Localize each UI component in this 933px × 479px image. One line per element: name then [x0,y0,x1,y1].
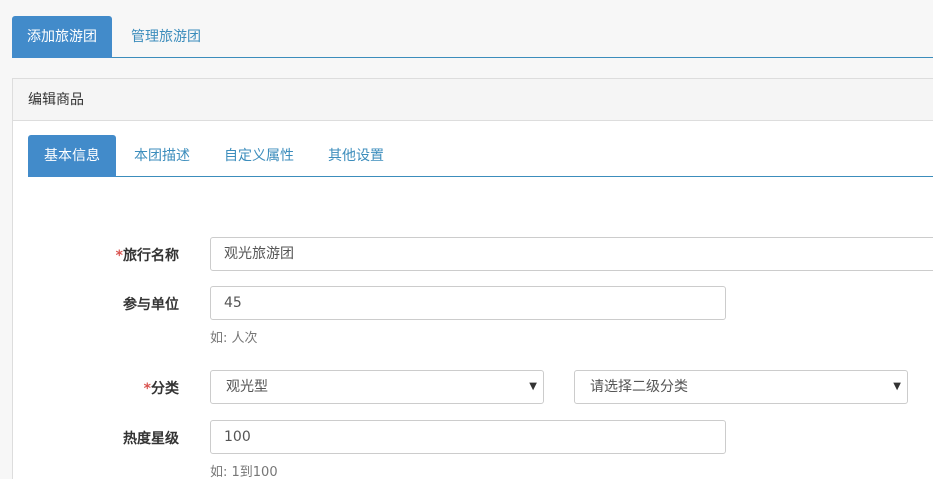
participant-unit-label: 参与单位 [123,297,179,313]
caret-down-icon: ▼ [893,381,901,392]
panel-heading: 编辑商品 [13,79,933,121]
tab-add-tour-group[interactable]: 添加旅游团 [12,16,112,58]
caret-down-icon: ▼ [529,381,537,392]
inner-tab-bar: 基本信息 本团描述 自定义属性 其他设置 [28,135,933,177]
heat-rating-help: 如: 1到100 [210,465,278,479]
primary-category-value: 观光型 [226,379,268,395]
heat-rating-label: 热度星级 [123,431,179,447]
travel-name-input[interactable]: 观光旅游团 [210,237,933,271]
required-mark: * [143,381,151,397]
category-label: *分类 [9,378,179,398]
heat-rating-input[interactable]: 100 [210,420,726,454]
participant-unit-help: 如: 人次 [210,331,258,346]
tab-other-settings[interactable]: 其他设置 [312,135,400,177]
top-tab-bar: 添加旅游团 管理旅游团 [12,16,933,58]
tab-basic-info[interactable]: 基本信息 [28,135,116,177]
primary-category-select[interactable]: 观光型 ▼ [210,370,544,404]
participant-unit-input[interactable]: 45 [210,286,726,320]
secondary-category-select[interactable]: 请选择二级分类 ▼ [574,370,908,404]
category-label-text: 分类 [151,381,179,397]
travel-name-label: *旅行名称 [9,245,179,265]
secondary-category-value: 请选择二级分类 [590,379,688,395]
required-mark: * [115,248,123,264]
tab-group-description[interactable]: 本团描述 [118,135,206,177]
tab-custom-attributes[interactable]: 自定义属性 [208,135,310,177]
tab-manage-tour-group[interactable]: 管理旅游团 [116,16,216,58]
edit-product-panel: 编辑商品 基本信息 本团描述 自定义属性 其他设置 *旅行名称 观光旅游团 参与… [12,78,933,479]
travel-name-label-text: 旅行名称 [123,248,179,264]
